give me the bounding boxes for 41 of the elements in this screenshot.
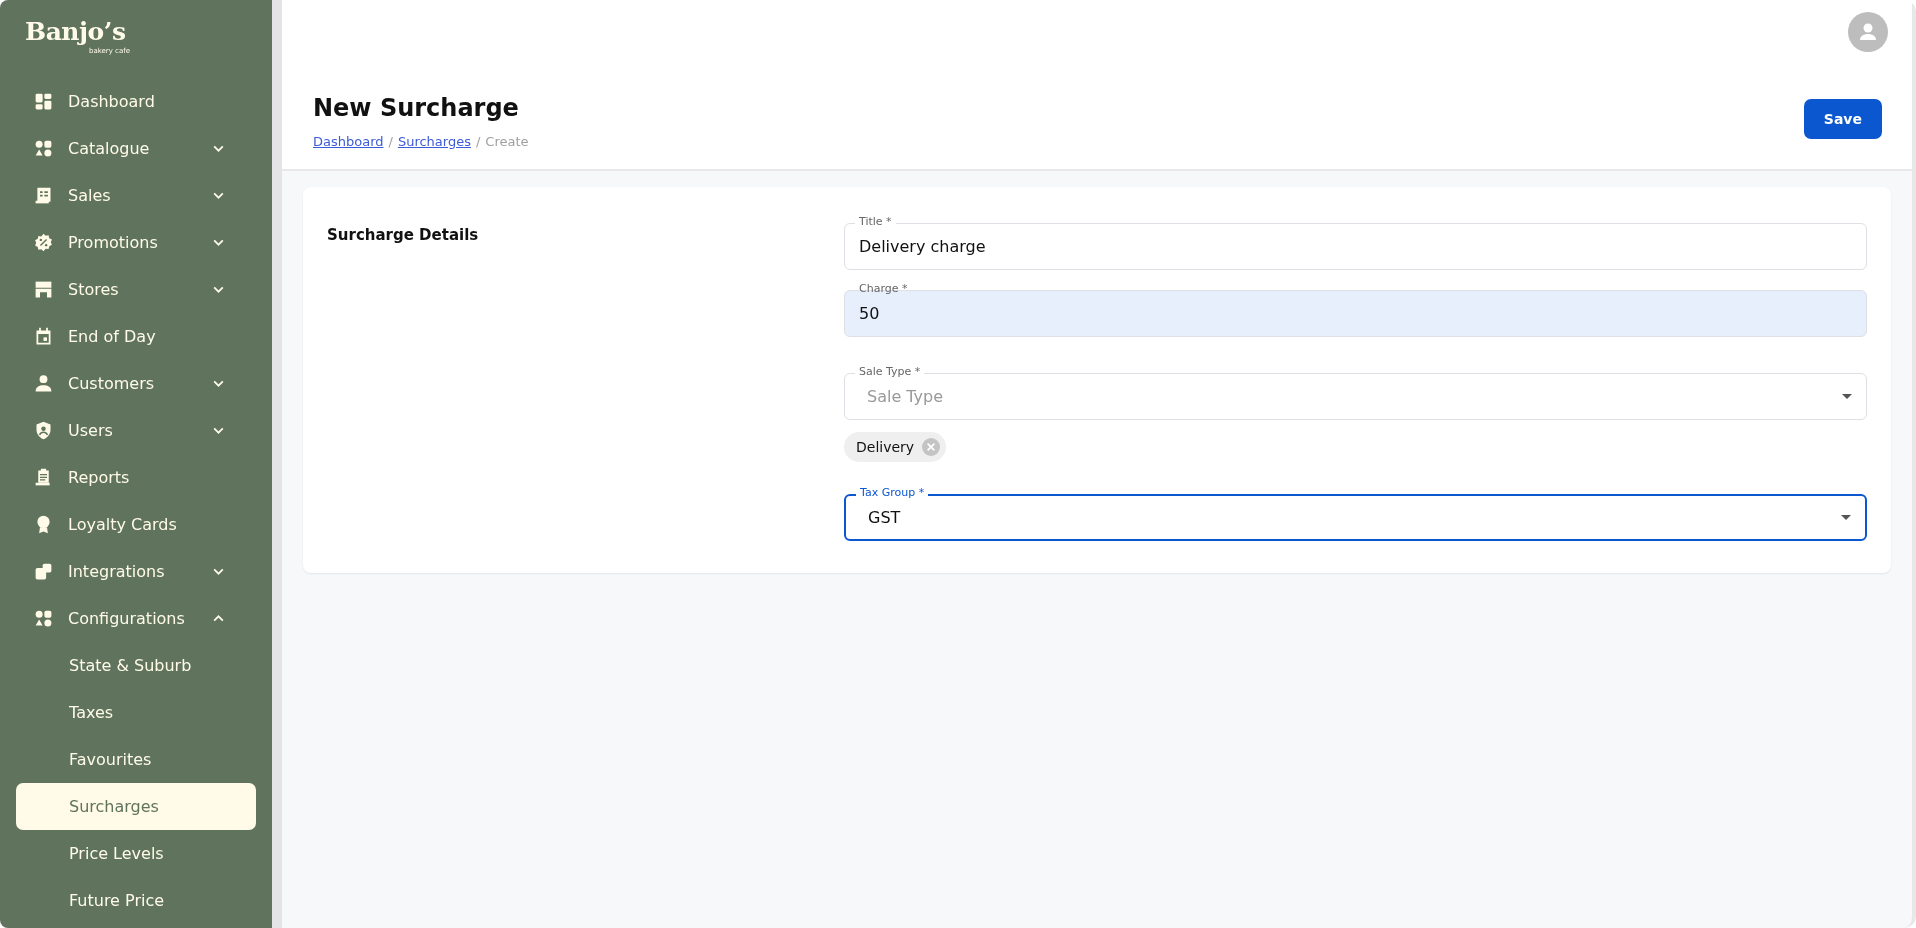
dashboard-icon bbox=[33, 91, 54, 112]
breadcrumb-link[interactable]: Dashboard bbox=[313, 134, 384, 149]
nav-item[interactable]: Catalogue bbox=[16, 125, 256, 172]
tag-chip: Delivery bbox=[844, 432, 947, 462]
page-title: New Surcharge bbox=[313, 94, 520, 122]
nav-item[interactable]: Configurations bbox=[16, 595, 256, 642]
shapes-icon bbox=[33, 138, 54, 159]
nav-item[interactable]: Sales bbox=[16, 172, 256, 219]
breadcrumb-link[interactable]: Surcharges bbox=[397, 134, 471, 149]
dice-icon bbox=[33, 561, 54, 582]
nav-item[interactable]: Reports bbox=[16, 454, 256, 501]
nav-item[interactable]: Stores bbox=[16, 266, 256, 313]
shapes-icon bbox=[33, 608, 54, 629]
remove-icon[interactable] bbox=[922, 438, 941, 456]
receipt-icon bbox=[33, 185, 54, 206]
nav-item[interactable]: Integrations bbox=[16, 548, 256, 595]
nav-subitem[interactable]: Price Levels bbox=[16, 830, 256, 877]
breadcrumb-separator: / bbox=[475, 134, 481, 149]
breadcrumb-separator: / bbox=[388, 134, 393, 149]
nav-item[interactable]: Dashboard bbox=[16, 78, 256, 125]
person-icon bbox=[33, 373, 54, 394]
nav-subitem[interactable]: Surcharges bbox=[16, 783, 256, 830]
nav-item[interactable]: Users bbox=[16, 407, 256, 454]
caret-icon bbox=[1842, 393, 1852, 400]
user-avatar-icon[interactable] bbox=[1848, 12, 1888, 52]
nav-subitem[interactable]: State & Suburb bbox=[16, 642, 256, 689]
store-icon bbox=[33, 279, 54, 300]
nav-item[interactable]: Promotions bbox=[16, 219, 256, 266]
nav-subitem[interactable]: Future Price bbox=[16, 877, 256, 924]
caret-icon bbox=[1841, 514, 1851, 521]
sidebar-scrollbar[interactable] bbox=[272, 0, 282, 928]
section-title: Surcharge Details bbox=[327, 226, 479, 244]
save-button[interactable]: Save bbox=[1803, 99, 1882, 139]
nav-item[interactable]: Loyalty Cards bbox=[16, 501, 256, 548]
logo-wordmark: Banjo’s bbox=[25, 18, 126, 46]
breadcrumb-current: Create bbox=[485, 134, 529, 149]
nav-subitem[interactable]: Favourites bbox=[16, 736, 256, 783]
percent-badge-icon bbox=[33, 232, 54, 253]
nav-item[interactable]: Customers bbox=[16, 360, 256, 407]
nav-item[interactable]: End of Day bbox=[16, 313, 256, 360]
nav-subitem[interactable]: Taxes bbox=[16, 689, 256, 736]
